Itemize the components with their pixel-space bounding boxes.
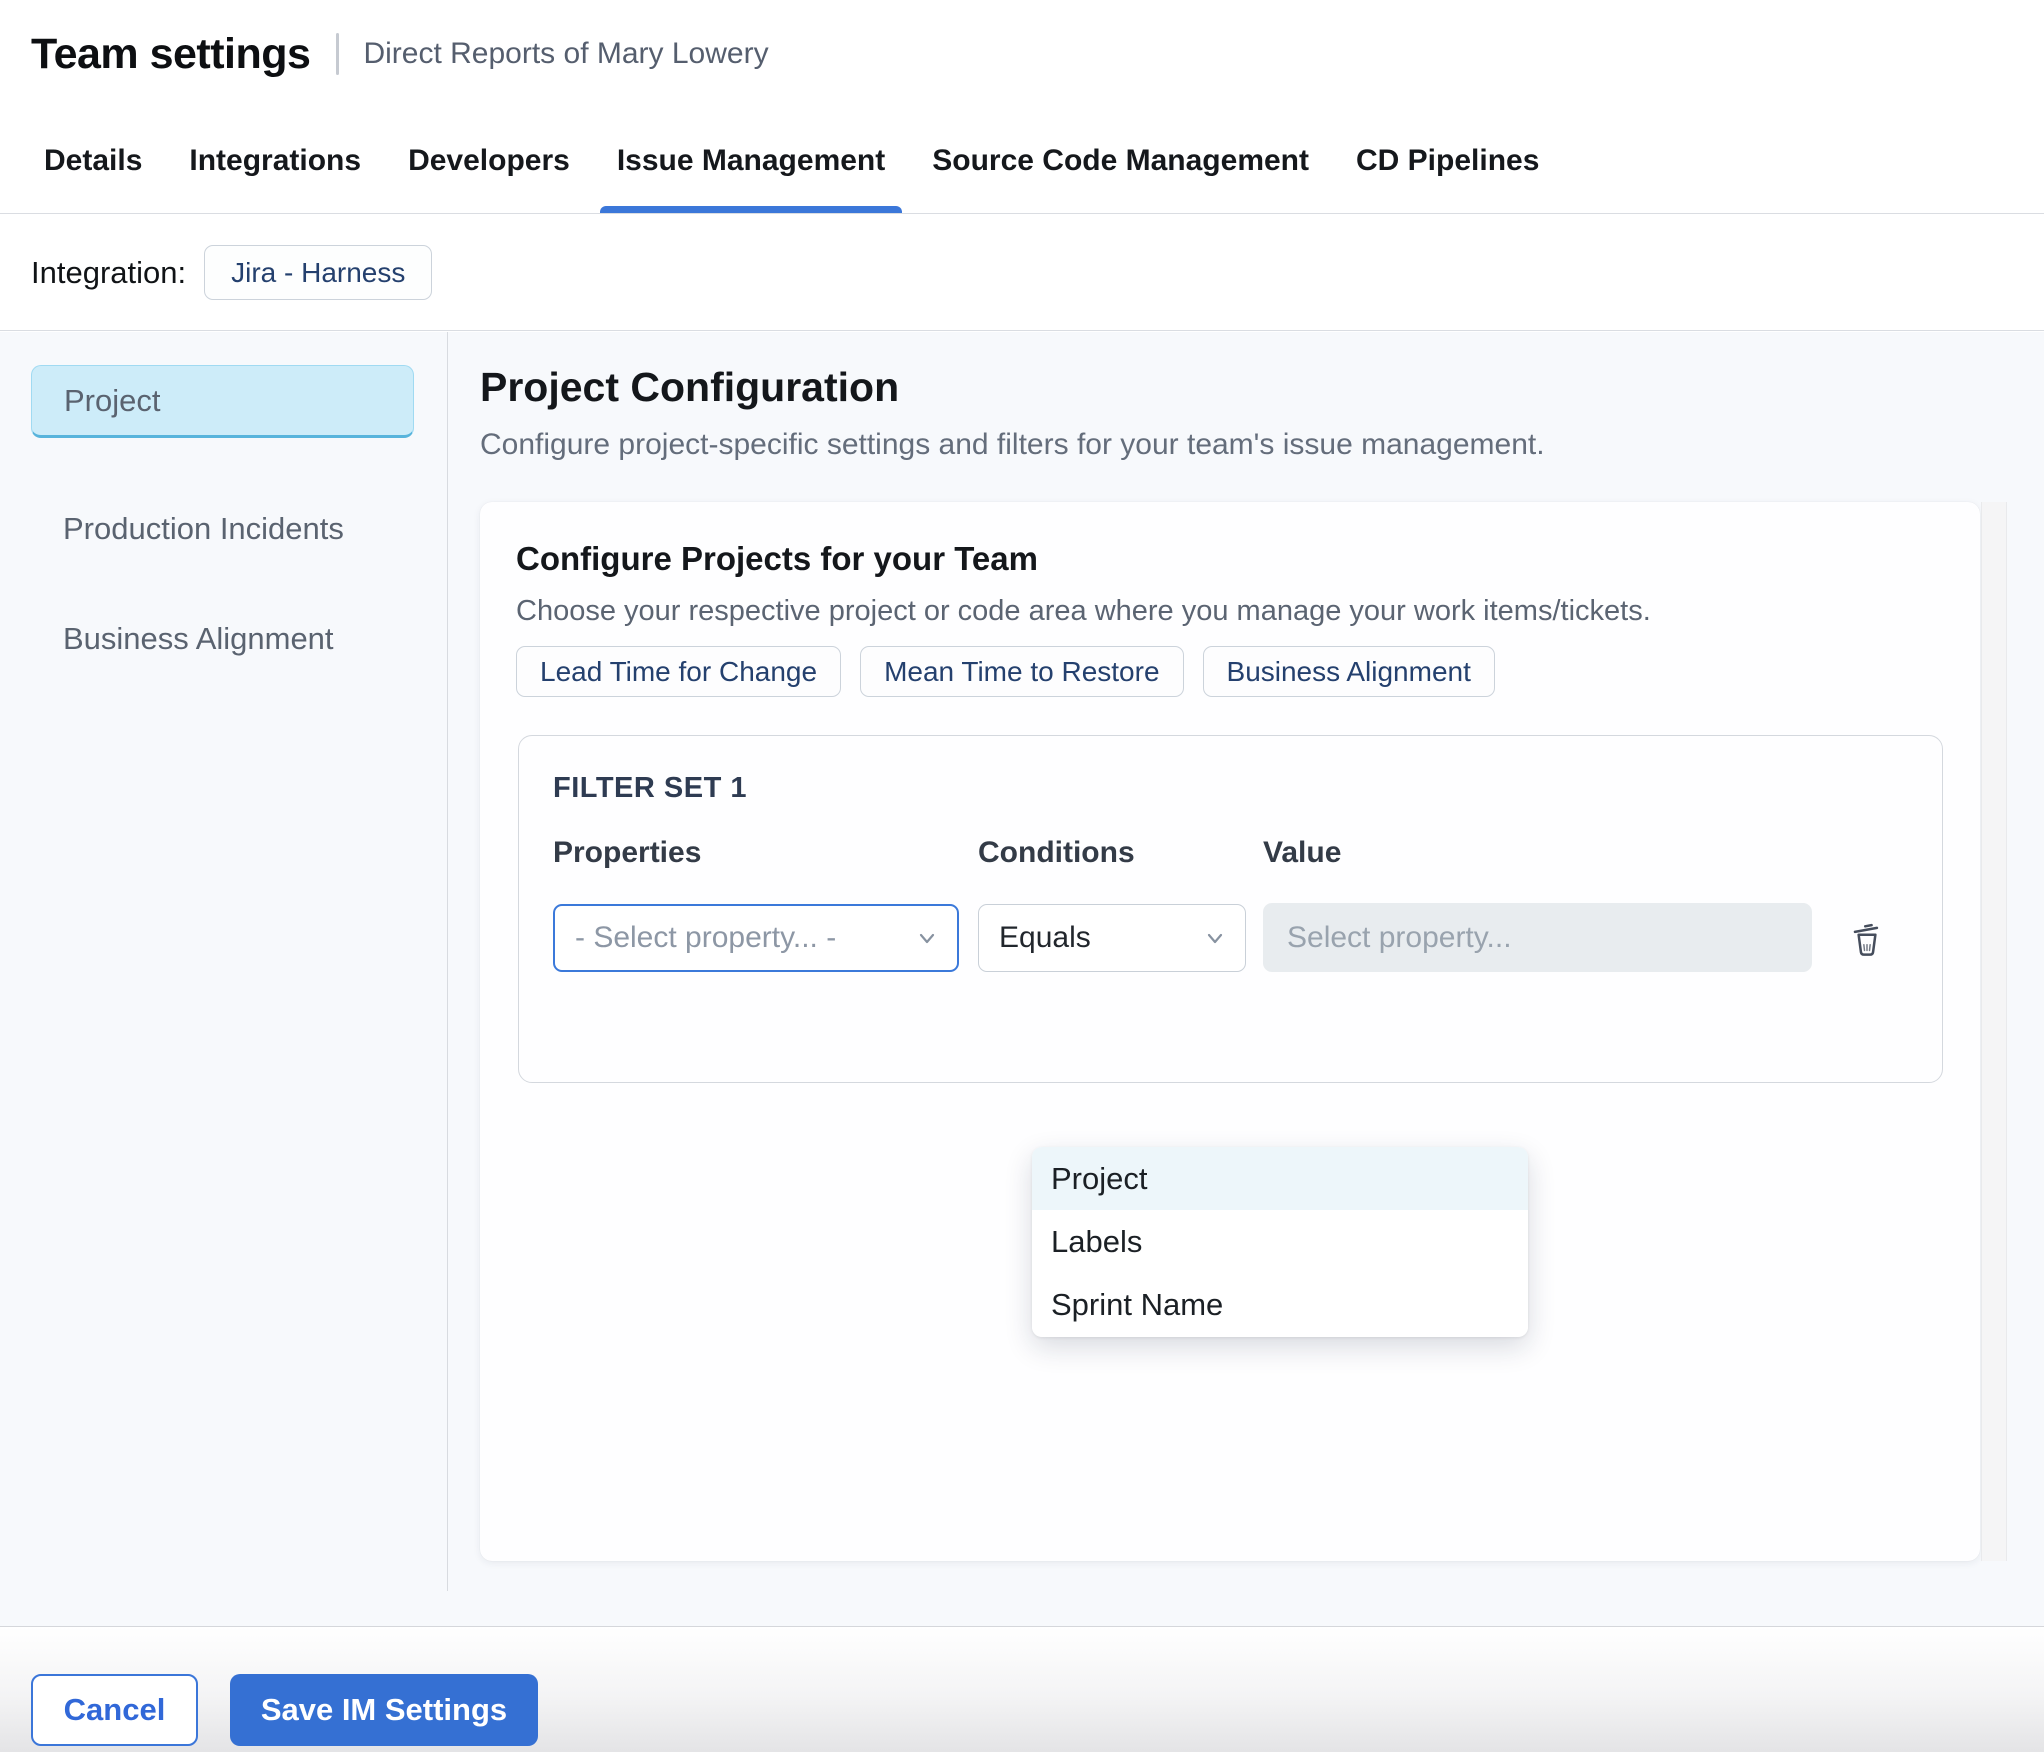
value-column-label: Value — [1263, 836, 1342, 869]
properties-select[interactable]: - Select property... - — [553, 904, 959, 972]
value-input[interactable] — [1263, 903, 1812, 972]
chevron-down-icon — [919, 933, 935, 944]
sidebar-item-label: Business Alignment — [63, 620, 334, 656]
delete-filter-button[interactable] — [1841, 914, 1893, 966]
chip-lead-time-for-change[interactable]: Lead Time for Change — [516, 646, 842, 697]
trash-icon — [1853, 923, 1879, 956]
page-subtitle: Direct Reports of Mary Lowery — [363, 37, 769, 70]
tab-source-code-management[interactable]: Source Code Management — [932, 108, 1309, 213]
dropdown-option-labels[interactable]: Labels — [1032, 1210, 1528, 1273]
tab-developers[interactable]: Developers — [408, 108, 570, 213]
sidebar-item-production-incidents[interactable]: Production Incidents — [31, 492, 414, 565]
tab-label: Developers — [408, 143, 570, 177]
tab-label: CD Pipelines — [1356, 143, 1540, 177]
active-tab-underline — [599, 206, 903, 213]
conditions-select[interactable]: Equals — [978, 904, 1246, 972]
configure-projects-card: Configure Projects for your Team Choose … — [480, 502, 1980, 1561]
tab-details[interactable]: Details — [44, 108, 142, 213]
team-settings-page: Team settings Direct Reports of Mary Low… — [0, 0, 2044, 1752]
page-title: Team settings — [31, 29, 311, 78]
tab-issue-management[interactable]: Issue Management — [599, 108, 903, 213]
section-description: Configure project-specific settings and … — [480, 428, 1545, 461]
scrollbar-track[interactable] — [1981, 502, 2007, 1561]
footer-bar: Cancel Save IM Settings — [0, 1626, 2044, 1752]
property-dropdown: Project Labels Sprint Name — [1032, 1147, 1528, 1337]
tab-label: Source Code Management — [932, 143, 1309, 177]
metric-chips: Lead Time for Change Mean Time to Restor… — [516, 646, 1495, 697]
tab-bar: Details Integrations Developers Issue Ma… — [0, 108, 2044, 214]
tab-cd-pipelines[interactable]: CD Pipelines — [1356, 108, 1539, 213]
tab-label: Issue Management — [616, 143, 886, 177]
content-region: Project Production Incidents Business Al… — [0, 332, 2044, 1626]
tab-label: Details — [44, 143, 143, 177]
sidebar-item-label: Project — [64, 382, 161, 418]
integration-label: Integration: — [31, 254, 187, 290]
sidebar-item-project[interactable]: Project — [31, 365, 414, 438]
filter-set-card: FILTER SET 1 Properties Conditions Value… — [518, 735, 1943, 1083]
integration-row: Integration: Jira - Harness — [0, 215, 2044, 331]
title-separator — [336, 33, 340, 75]
chip-business-alignment[interactable]: Business Alignment — [1202, 646, 1495, 697]
card-title: Configure Projects for your Team — [516, 540, 1038, 577]
tab-integrations[interactable]: Integrations — [189, 108, 361, 213]
chip-mean-time-to-restore[interactable]: Mean Time to Restore — [860, 646, 1184, 697]
properties-select-placeholder: - Select property... - — [575, 921, 837, 954]
save-im-settings-button[interactable]: Save IM Settings — [230, 1674, 538, 1746]
cancel-button[interactable]: Cancel — [31, 1674, 198, 1746]
integration-chip[interactable]: Jira - Harness — [204, 245, 433, 300]
properties-column-label: Properties — [553, 836, 702, 869]
sidebar-divider — [447, 332, 448, 1591]
conditions-column-label: Conditions — [978, 836, 1135, 869]
tab-label: Integrations — [189, 143, 362, 177]
filter-set-title: FILTER SET 1 — [553, 772, 747, 804]
section-title: Project Configuration — [480, 364, 900, 410]
sidebar-item-label: Production Incidents — [63, 510, 344, 546]
chevron-down-icon — [1207, 933, 1223, 944]
header: Team settings Direct Reports of Mary Low… — [0, 0, 2044, 108]
dropdown-option-sprint-name[interactable]: Sprint Name — [1032, 1273, 1528, 1336]
card-description: Choose your respective project or code a… — [516, 595, 1651, 627]
dropdown-option-project[interactable]: Project — [1032, 1147, 1528, 1210]
sidebar-item-business-alignment[interactable]: Business Alignment — [31, 602, 414, 675]
conditions-select-value: Equals — [999, 921, 1091, 954]
